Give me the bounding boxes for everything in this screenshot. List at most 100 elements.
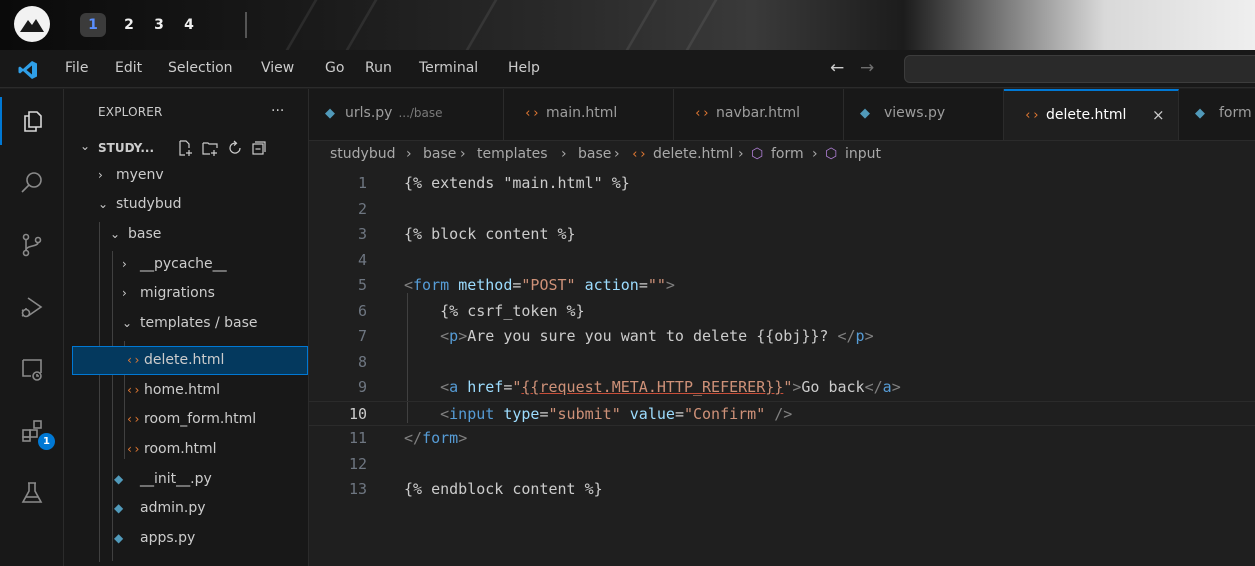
workspace-1[interactable]: 1: [80, 13, 106, 37]
tree-item-studybud[interactable]: ⌄ studybud: [64, 190, 309, 219]
tree-item-home-html[interactable]: ‹› home.html: [64, 376, 309, 405]
tab-navbar-html[interactable]: ‹› navbar.html: [674, 89, 844, 140]
workspace-header[interactable]: ⌄ STUDY...: [64, 135, 309, 161]
menu-selection[interactable]: Selection: [168, 60, 233, 76]
code-line[interactable]: 11 </form>: [309, 426, 1255, 452]
new-folder-icon[interactable]: [201, 139, 219, 161]
activity-bar: 1: [0, 89, 64, 566]
nav-forward-button[interactable]: →: [860, 58, 874, 78]
new-file-icon[interactable]: [176, 139, 194, 161]
element-symbol-icon: ⬡: [825, 146, 838, 162]
tab-views-py[interactable]: ◆ views.py: [844, 89, 1004, 140]
testing-icon[interactable]: [0, 469, 64, 517]
breadcrumb-item[interactable]: form: [771, 146, 804, 162]
tree-item-pycache[interactable]: › __pycache__: [64, 250, 309, 279]
code-token: value: [629, 404, 675, 423]
code-line[interactable]: 3 {% block content %}: [309, 222, 1255, 248]
breadcrumb-item[interactable]: base: [578, 146, 611, 162]
code-line[interactable]: 9 <a href="{{request.META.HTTP_REFERER}}…: [309, 375, 1255, 401]
html-file-icon: ‹›: [631, 147, 647, 162]
tree-item-label: home.html: [144, 382, 221, 398]
extensions-icon[interactable]: 1: [0, 407, 64, 455]
workspace-2[interactable]: 2: [116, 13, 142, 37]
menu-terminal[interactable]: Terminal: [419, 60, 478, 76]
code-line[interactable]: 5 <form method="POST" action="">: [309, 273, 1255, 299]
menu-help[interactable]: Help: [508, 60, 540, 76]
code-line[interactable]: 6 {% csrf_token %}: [309, 299, 1255, 325]
tree-item-migrations[interactable]: › migrations: [64, 279, 309, 308]
tab-urls-py[interactable]: ◆ urls.py .../base: [309, 89, 504, 140]
breadcrumb-item[interactable]: templates: [477, 146, 548, 162]
editor-tab-bar: ◆ urls.py .../base ‹› main.html ‹› navbar…: [309, 89, 1255, 141]
html-file-icon: ‹›: [126, 412, 141, 426]
html-file-icon: ‹›: [126, 353, 141, 367]
wallpaper-streak: [345, 0, 378, 50]
python-file-icon: ◆: [114, 501, 124, 515]
tree-item-templates-base[interactable]: ⌄ templates / base: [64, 309, 309, 338]
remote-explorer-icon[interactable]: [0, 345, 64, 393]
breadcrumb-item[interactable]: base: [423, 146, 456, 162]
tree-item-admin-py[interactable]: ◆ admin.py: [64, 494, 309, 523]
code-text: <p>Are you sure you want to delete {{obj…: [404, 324, 873, 350]
html-file-icon: ‹›: [126, 442, 141, 456]
line-number: 6: [357, 301, 367, 320]
code-text: <input type="submit" value="Confirm" />: [404, 402, 792, 428]
code-line[interactable]: 2: [309, 197, 1255, 223]
run-debug-icon[interactable]: [0, 283, 64, 331]
tree-item-label: room_form.html: [144, 411, 257, 427]
explorer-more-button[interactable]: ···: [271, 103, 284, 119]
chevron-right-icon: ›: [561, 146, 567, 162]
close-icon[interactable]: ×: [1152, 106, 1165, 124]
tab-delete-html[interactable]: ‹› delete.html ×: [1004, 89, 1179, 140]
refresh-icon[interactable]: [226, 139, 244, 161]
code-token: p: [449, 327, 459, 345]
os-logo-icon[interactable]: [14, 6, 50, 42]
tree-item-base[interactable]: ⌄ base: [64, 220, 309, 249]
tree-item-room-html[interactable]: ‹› room.html: [64, 435, 309, 464]
code-editor[interactable]: 1 {% extends "main.html" %} 2 3 {% block con…: [309, 169, 1255, 566]
collapse-all-icon[interactable]: [250, 139, 268, 161]
code-line[interactable]: 13 {% endblock content %}: [309, 477, 1255, 503]
breadcrumb-item[interactable]: delete.html: [653, 146, 733, 162]
code-token: "": [647, 276, 666, 294]
chevron-right-icon: ›: [122, 286, 127, 300]
tree-item-delete-html[interactable]: ‹› delete.html: [72, 346, 308, 375]
command-center-search[interactable]: [904, 55, 1255, 83]
code-token: </: [837, 327, 856, 345]
tree-item-myenv[interactable]: › myenv: [64, 161, 309, 190]
source-control-icon[interactable]: [0, 221, 64, 269]
explorer-icon[interactable]: [0, 97, 64, 145]
code-line[interactable]: 1 {% extends "main.html" %}: [309, 171, 1255, 197]
tab-label: form: [1219, 105, 1252, 121]
tab-form[interactable]: ◆ form: [1179, 89, 1255, 140]
code-line[interactable]: 8: [309, 350, 1255, 376]
code-line[interactable]: 7 <p>Are you sure you want to delete {{o…: [309, 324, 1255, 350]
menu-run[interactable]: Run: [365, 60, 392, 76]
workspace-4[interactable]: 4: [176, 13, 202, 37]
tree-item-room-form-html[interactable]: ‹› room_form.html: [64, 405, 309, 434]
tree-item-apps-py[interactable]: ◆ apps.py: [64, 524, 309, 553]
code-line[interactable]: 12: [309, 452, 1255, 478]
tab-main-html[interactable]: ‹› main.html: [504, 89, 674, 140]
breadcrumb-item[interactable]: input: [845, 146, 881, 162]
tab-label: navbar.html: [716, 105, 801, 121]
code-token: <: [440, 327, 450, 345]
search-icon[interactable]: [0, 159, 64, 207]
code-line[interactable]: 4: [309, 248, 1255, 274]
nav-back-button[interactable]: ←: [830, 58, 844, 78]
tree-item-init-py[interactable]: ◆ __init__.py: [64, 465, 309, 494]
menu-edit[interactable]: Edit: [115, 60, 142, 76]
workspace-3[interactable]: 3: [146, 13, 172, 37]
explorer-sidebar: EXPLORER ··· ⌄ STUDY... › myenv ⌄ studyb…: [64, 89, 309, 566]
breadcrumb-item[interactable]: studybud: [330, 146, 395, 162]
code-token: "POST": [521, 276, 576, 294]
line-number: 4: [357, 250, 367, 269]
menu-go[interactable]: Go: [325, 60, 344, 76]
code-line[interactable]: 10 <input type="submit" value="Confirm" …: [309, 400, 1255, 428]
code-token: form: [422, 429, 459, 447]
code-token: Are you sure you want to delete {{obj}}?: [467, 327, 838, 345]
python-file-icon: ◆: [325, 106, 335, 121]
menu-view[interactable]: View: [261, 60, 294, 76]
menu-file[interactable]: File: [65, 60, 88, 76]
